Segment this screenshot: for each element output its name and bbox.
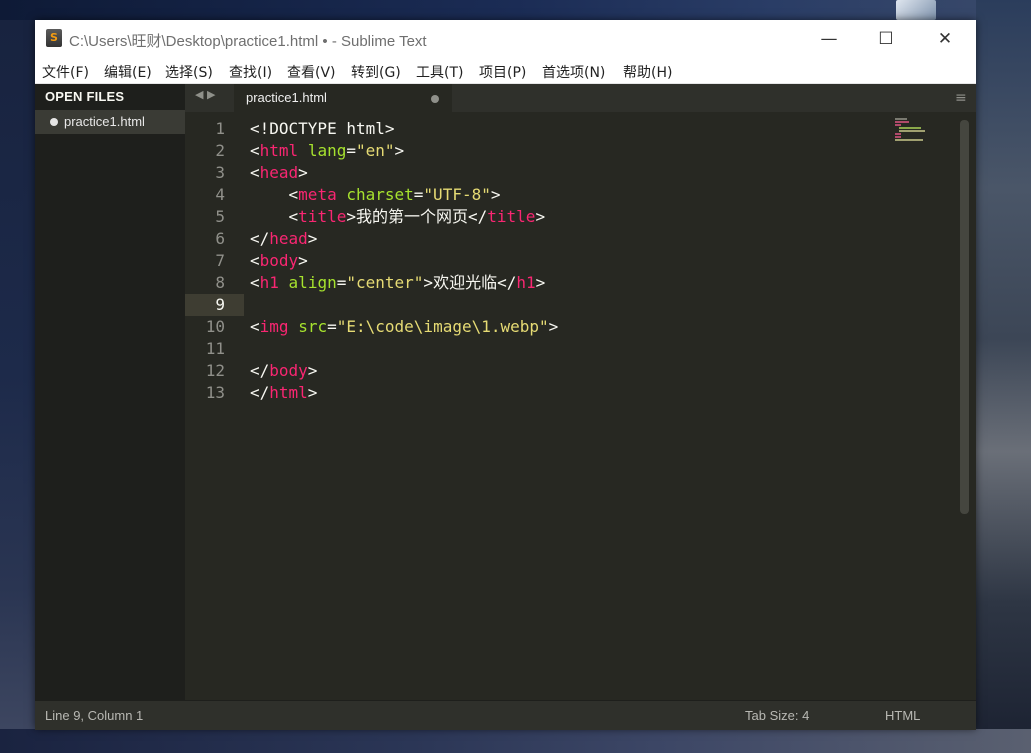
- tab-size-selector[interactable]: Tab Size: 4: [745, 708, 809, 723]
- code-line: 10 <img src="E:\code\image\1.webp">: [205, 317, 559, 336]
- code-line: 1 <!DOCTYPE html>: [215, 119, 395, 138]
- code-line: 12 </body>: [205, 361, 318, 380]
- menu-selection[interactable]: 选择(S): [165, 62, 213, 82]
- menu-help[interactable]: 帮助(H): [623, 62, 672, 82]
- menu-file[interactable]: 文件(F): [42, 62, 89, 82]
- menu-find[interactable]: 查找(I): [229, 62, 272, 82]
- maximize-button[interactable]: ☐: [863, 20, 909, 59]
- minimize-button[interactable]: —: [806, 20, 852, 59]
- code-line: 5 <title>我的第一个网页</title>: [215, 207, 546, 226]
- sublime-text-app-icon: S: [46, 29, 62, 47]
- code-line: 4 <meta charset="UTF-8">: [215, 185, 501, 204]
- minimap[interactable]: [895, 118, 927, 144]
- tab-unsaved-dot-icon[interactable]: [431, 95, 439, 103]
- sidebar-file-name: practice1.html: [64, 114, 145, 129]
- code-line: 3 <head>: [215, 163, 308, 182]
- vertical-scrollbar[interactable]: [960, 120, 969, 514]
- desktop-wallpaper-top: [0, 0, 1031, 20]
- title-bar[interactable]: S C:\Users\旺财\Desktop\practice1.html • -…: [35, 20, 976, 59]
- code-line: 13 </html>: [205, 383, 318, 402]
- menu-project[interactable]: 项目(P): [479, 62, 526, 82]
- close-button[interactable]: ✕: [922, 20, 968, 59]
- desktop-wallpaper-bottom: [0, 729, 1031, 753]
- sublime-text-window: S C:\Users\旺财\Desktop\practice1.html • -…: [35, 20, 976, 730]
- menu-edit[interactable]: 编辑(E): [104, 62, 152, 82]
- menu-bar: 文件(F) 编辑(E) 选择(S) 查找(I) 查看(V) 转到(G) 工具(T…: [35, 59, 976, 84]
- code-line: 2 <html lang="en">: [215, 141, 405, 160]
- desktop-wallpaper-left: [0, 20, 35, 729]
- cursor-position: Line 9, Column 1: [45, 708, 144, 723]
- desktop-shortcut-icon[interactable]: [896, 0, 936, 20]
- unsaved-dot-icon: [50, 118, 58, 126]
- tab-label: practice1.html: [246, 90, 327, 105]
- code-line: 11: [205, 339, 225, 358]
- menu-preferences[interactable]: 首选项(N): [542, 62, 605, 82]
- window-title: C:\Users\旺财\Desktop\practice1.html • - S…: [69, 33, 427, 50]
- menu-view[interactable]: 查看(V): [287, 62, 336, 82]
- code-line: 6 </head>: [215, 229, 318, 248]
- panel-menu-icon[interactable]: ≡: [955, 90, 967, 106]
- code-line: 7 <body>: [215, 251, 308, 270]
- code-line-current: 9: [215, 295, 225, 314]
- sidebar-header: OPEN FILES: [45, 89, 125, 104]
- tab-nav-arrows-icon[interactable]: ◀ ▶: [195, 88, 215, 101]
- sidebar: OPEN FILES practice1.html: [35, 84, 185, 700]
- sidebar-file-item[interactable]: practice1.html: [35, 110, 185, 134]
- menu-goto[interactable]: 转到(G): [351, 62, 401, 82]
- syntax-selector[interactable]: HTML: [885, 708, 920, 723]
- tab-practice1[interactable]: practice1.html: [234, 84, 452, 112]
- code-line: 8 <h1 align="center">欢迎光临</h1>: [215, 273, 546, 292]
- menu-tools[interactable]: 工具(T): [416, 62, 463, 82]
- status-bar: Line 9, Column 1 Tab Size: 4 HTML: [35, 700, 976, 730]
- desktop-wallpaper-right: [976, 0, 1031, 753]
